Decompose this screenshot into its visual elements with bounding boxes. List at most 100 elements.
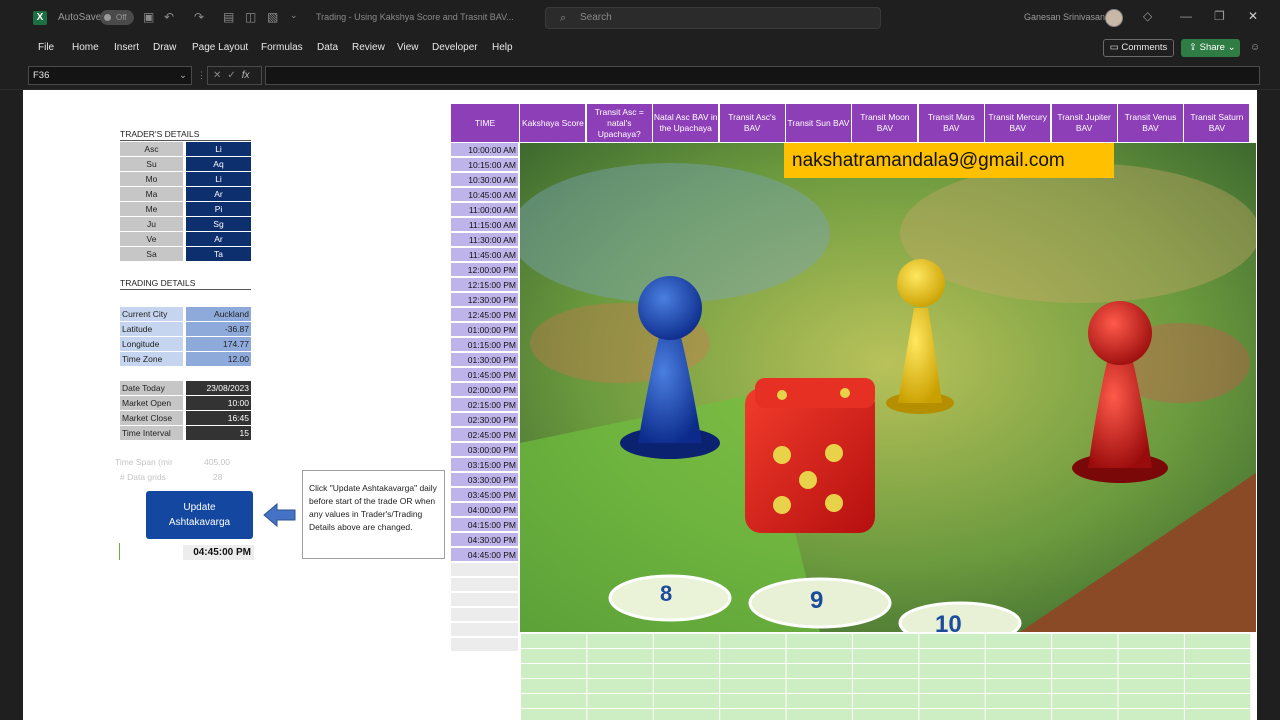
time-cell[interactable]: 03:00:00 PM [451,443,518,457]
planet-name[interactable]: Sa [120,247,183,261]
time-cell[interactable]: 02:45:00 PM [451,428,518,442]
more-icon[interactable]: ⋮ [197,70,206,81]
planet-name[interactable]: Me [120,202,183,216]
location-value[interactable]: Auckland [186,307,251,321]
time-cell[interactable]: 10:30:00 AM [451,173,518,187]
planet-sign[interactable]: Aq [186,157,251,171]
planet-name[interactable]: Ve [120,232,183,246]
column-header[interactable]: Transit Mercury BAV [985,104,1052,142]
time-cell[interactable]: 10:15:00 AM [451,158,518,172]
tab-insert[interactable]: Insert [114,42,139,53]
tab-help[interactable]: Help [492,42,513,53]
current-time-result[interactable]: 04:45:00 PM [183,545,254,560]
check-icon[interactable]: ✓ [227,70,241,81]
market-value[interactable]: 10:00 [186,396,251,410]
customize-icon[interactable]: ⌄ [290,10,298,21]
save-icon[interactable]: ▣ [143,10,154,24]
empty-time-cell[interactable] [451,638,518,652]
time-cell[interactable]: 11:45:00 AM [451,248,518,262]
autosave-toggle[interactable]: Off [100,10,134,25]
empty-time-cell[interactable] [451,578,518,592]
time-cell[interactable]: 12:30:00 PM [451,293,518,307]
time-cell[interactable]: 11:30:00 AM [451,233,518,247]
column-header[interactable]: Transit Asc's BAV [719,104,786,142]
time-cell[interactable]: 03:15:00 PM [451,458,518,472]
column-header[interactable]: Transit Saturn BAV [1184,104,1251,142]
data-grid-cells[interactable] [520,633,1251,720]
search-box[interactable]: ⌕ Search [545,7,881,29]
tab-formulas[interactable]: Formulas [261,42,303,53]
time-cell[interactable]: 03:45:00 PM [451,488,518,502]
tab-view[interactable]: View [397,42,419,53]
planet-sign[interactable]: Sg [186,217,251,231]
time-cell[interactable]: 11:00:00 AM [451,203,518,217]
column-header[interactable]: Transit Asc = natal's Upachaya? [586,104,653,142]
redo-icon[interactable]: ↷ [194,10,204,24]
formula-input[interactable] [265,66,1260,85]
planet-name[interactable]: Su [120,157,183,171]
tab-developer[interactable]: Developer [432,42,478,53]
column-header[interactable]: Transit Jupiter BAV [1051,104,1118,142]
column-header[interactable]: TIME [451,104,520,142]
camera-icon[interactable]: ◫ [245,10,256,24]
share-button[interactable]: ⇪ Share ⌄ [1181,39,1240,57]
time-cell[interactable]: 01:00:00 PM [451,323,518,337]
market-value[interactable]: 23/08/2023 [186,381,251,395]
form-icon[interactable]: ▤ [223,10,234,24]
empty-time-cell[interactable] [451,593,518,607]
market-value[interactable]: 16:45 [186,411,251,425]
time-cell[interactable]: 12:15:00 PM [451,278,518,292]
planet-name[interactable]: Asc [120,142,183,156]
column-header[interactable]: Transit Moon BAV [852,104,919,142]
planet-sign[interactable]: Li [186,172,251,186]
tab-home[interactable]: Home [72,42,99,53]
tab-file[interactable]: File [38,42,54,53]
time-cell[interactable]: 03:30:00 PM [451,473,518,487]
person-icon[interactable]: ☺ [1250,42,1260,53]
comments-button[interactable]: ▭ Comments [1103,39,1174,57]
update-ashtakavarga-button[interactable]: Update Ashtakavarga [146,491,253,539]
time-cell[interactable]: 04:00:00 PM [451,503,518,517]
diamond-icon[interactable]: ◇ [1143,9,1152,23]
minimize-icon[interactable]: — [1180,9,1192,23]
time-cell[interactable]: 12:45:00 PM [451,308,518,322]
planet-sign[interactable]: Pi [186,202,251,216]
time-cell[interactable]: 04:15:00 PM [451,518,518,532]
time-cell[interactable]: 02:00:00 PM [451,383,518,397]
location-value[interactable]: -36.87 [186,322,251,336]
restore-icon[interactable]: ❐ [1214,9,1225,23]
picture-icon[interactable]: ▧ [267,10,278,24]
planet-sign[interactable]: Li [186,142,251,156]
column-header[interactable]: Transit Sun BAV [786,104,852,142]
empty-time-cell[interactable] [451,563,518,577]
close-icon[interactable]: ✕ [1248,9,1258,23]
planet-name[interactable]: Mo [120,172,183,186]
name-box[interactable]: F36 ⌄ [28,66,192,85]
cancel-icon[interactable]: ✕ [213,70,227,81]
time-cell[interactable]: 11:15:00 AM [451,218,518,232]
avatar[interactable] [1105,9,1123,27]
column-header[interactable]: Natal Asc BAV in the Upachaya [653,104,720,142]
time-cell[interactable]: 04:45:00 PM [451,548,518,562]
time-cell[interactable]: 12:00:00 PM [451,263,518,277]
time-cell[interactable]: 04:30:00 PM [451,533,518,547]
empty-time-cell[interactable] [451,623,518,637]
undo-icon[interactable]: ↶ [164,10,174,24]
tab-data[interactable]: Data [317,42,338,53]
planet-name[interactable]: Ju [120,217,183,231]
time-cell[interactable]: 01:15:00 PM [451,338,518,352]
tab-review[interactable]: Review [352,42,385,53]
market-value[interactable]: 15 [186,426,251,440]
time-cell[interactable]: 10:45:00 AM [451,188,518,202]
column-header[interactable]: Transit Mars BAV [918,104,985,142]
column-header[interactable]: Kakshaya Score [520,104,587,142]
column-header[interactable]: Transit Venus BAV [1118,104,1184,142]
planet-sign[interactable]: Ta [186,247,251,261]
time-cell[interactable]: 01:45:00 PM [451,368,518,382]
location-value[interactable]: 12.00 [186,352,251,366]
time-cell[interactable]: 02:30:00 PM [451,413,518,427]
planet-sign[interactable]: Ar [186,187,251,201]
empty-time-cell[interactable] [451,608,518,622]
time-cell[interactable]: 01:30:00 PM [451,353,518,367]
time-cell[interactable]: 10:00:00 AM [451,143,518,157]
